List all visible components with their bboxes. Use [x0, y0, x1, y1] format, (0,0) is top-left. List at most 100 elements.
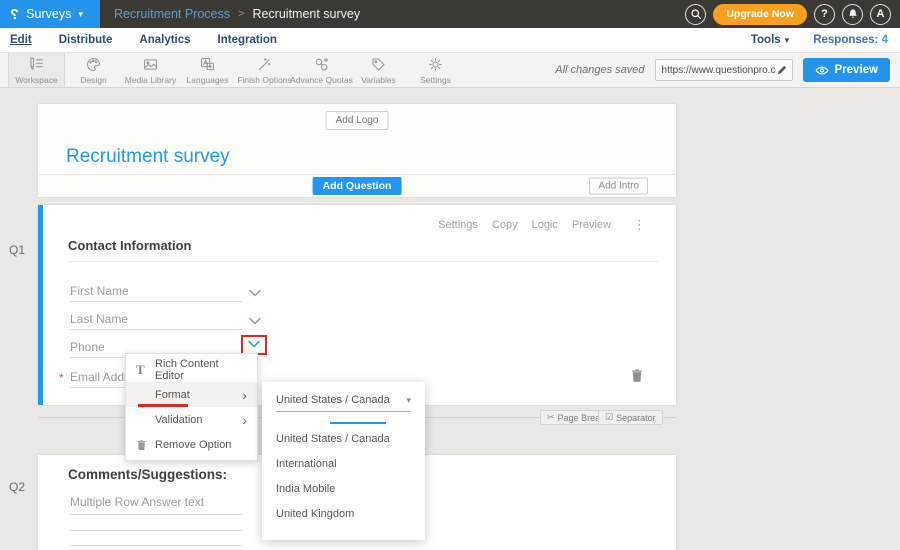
- field-row-last-name: Last Name: [70, 308, 285, 330]
- upgrade-now-button[interactable]: Upgrade Now: [713, 4, 807, 25]
- field-dropdown-button[interactable]: [247, 336, 261, 354]
- text-editor-icon: T: [136, 362, 152, 378]
- format-option-us-canada[interactable]: United States / Canada: [262, 426, 425, 451]
- question-logic-link[interactable]: Logic: [532, 219, 558, 231]
- toolbar-item-workspace[interactable]: Workspace: [8, 53, 65, 87]
- bell-icon: [847, 8, 859, 20]
- question1-actions: Settings Copy Logic Preview ⋮: [438, 217, 646, 233]
- survey-link-box[interactable]: https://www.questionpro.com/t/APNrFZ: [655, 59, 793, 81]
- responses-link[interactable]: Responses: 4: [813, 34, 888, 46]
- toolbar-item-finish-options[interactable]: Finish Options: [236, 53, 293, 87]
- account-avatar[interactable]: A: [870, 4, 891, 25]
- toolbar-right: All changes saved https://www.questionpr…: [555, 53, 900, 87]
- product-menu[interactable]: ? Surveys ▾: [0, 0, 100, 28]
- survey-title[interactable]: Recruitment survey: [66, 146, 230, 168]
- help-icon: ?: [821, 8, 828, 20]
- phone-dropdown-annotation-box: [241, 335, 267, 355]
- eye-icon: [815, 65, 829, 76]
- format-option-united-kingdom[interactable]: United Kingdom: [262, 501, 425, 526]
- product-menu-label: Surveys: [26, 7, 71, 21]
- format-option-india-mobile[interactable]: India Mobile: [262, 476, 425, 501]
- chevron-down-icon: [248, 288, 262, 298]
- preview-button[interactable]: Preview: [803, 58, 890, 82]
- questionpro-logo-icon: ?: [10, 6, 19, 23]
- help-button[interactable]: ?: [814, 4, 835, 25]
- question-preview-link[interactable]: Preview: [572, 219, 611, 231]
- tools-menu[interactable]: Tools ▾: [751, 34, 789, 46]
- question2-number: Q2: [9, 480, 25, 494]
- format-options-list: United States / Canada International Ind…: [262, 426, 425, 526]
- search-button[interactable]: [685, 4, 706, 25]
- breadcrumb-folder-link[interactable]: Recruitment Process: [114, 7, 230, 21]
- menu-item-rich-content-editor[interactable]: T Rich Content Editor: [126, 357, 257, 382]
- survey-header-card: Add Logo Recruitment survey Add Question…: [38, 104, 676, 197]
- caret-down-icon: ▾: [406, 395, 411, 406]
- answer-line: [70, 530, 242, 531]
- edit-pencil-icon[interactable]: [776, 64, 788, 76]
- select-focus-bar: [330, 422, 386, 424]
- answer-line: [70, 545, 242, 546]
- toolbar-item-media-library[interactable]: Media Library: [122, 53, 179, 87]
- nav-right: Tools ▾ Responses: 4: [751, 34, 888, 46]
- title-divider: [68, 261, 658, 262]
- translate-icon: [199, 56, 216, 73]
- format-annotation-underline: [138, 404, 188, 407]
- field-dropdown-button[interactable]: [248, 313, 262, 331]
- separator-icon: ☑: [605, 412, 613, 423]
- required-marker: *: [59, 371, 64, 385]
- question1-title[interactable]: Contact Information: [68, 238, 192, 253]
- add-intro-button[interactable]: Add Intro: [589, 178, 648, 195]
- format-submenu-panel: United States / Canada ▾ United States /…: [262, 382, 425, 540]
- toolbar-item-design[interactable]: Design: [65, 53, 122, 87]
- breadcrumb-current: Recruitment survey: [252, 7, 360, 21]
- add-question-button[interactable]: Add Question: [313, 177, 402, 195]
- chevron-down-icon: ▾: [785, 35, 790, 46]
- format-select[interactable]: United States / Canada ▾: [276, 394, 411, 412]
- question-copy-link[interactable]: Copy: [492, 219, 518, 231]
- responses-count: 4: [882, 34, 888, 46]
- toolbar-item-settings[interactable]: Settings: [407, 53, 464, 87]
- survey-link-input[interactable]: https://www.questionpro.com/t/APNrFZ: [662, 65, 776, 76]
- tools-label: Tools: [751, 34, 781, 46]
- delete-question-button[interactable]: [630, 368, 644, 388]
- menu-item-validation[interactable]: Validation ›: [126, 407, 257, 432]
- app-window: ? Surveys ▾ Recruitment Process > Recrui…: [0, 0, 900, 550]
- question1-number: Q1: [9, 243, 25, 257]
- menu-item-remove-option[interactable]: Remove Option: [126, 432, 257, 457]
- toolbar-item-languages[interactable]: Languages: [179, 53, 236, 87]
- format-option-international[interactable]: International: [262, 451, 425, 476]
- toolbar-item-advance-quotas[interactable]: Advance Quotas: [293, 53, 350, 87]
- tab-distribute[interactable]: Distribute: [59, 34, 113, 47]
- trash-icon: [630, 368, 644, 383]
- tab-integration[interactable]: Integration: [218, 34, 277, 47]
- add-logo-button[interactable]: Add Logo: [326, 111, 389, 130]
- question2-title[interactable]: Comments/Suggestions:: [68, 467, 227, 482]
- answer-line: [70, 514, 242, 515]
- tag-icon: [370, 56, 387, 73]
- more-options-icon[interactable]: ⋮: [633, 217, 646, 233]
- field-row-first-name: First Name: [70, 280, 285, 302]
- gear-icon: [427, 56, 444, 73]
- editor-toolbar: Workspace Design Media Library Languages…: [0, 52, 900, 88]
- header-actions: Upgrade Now ? A: [685, 4, 900, 25]
- field-context-menu: T Rich Content Editor Format › Validatio…: [125, 353, 258, 461]
- tab-analytics[interactable]: Analytics: [139, 34, 190, 47]
- format-selected-value: United States / Canada: [276, 394, 390, 406]
- submenu-arrow-icon: ›: [242, 415, 247, 425]
- top-header: ? Surveys ▾ Recruitment Process > Recrui…: [0, 0, 900, 28]
- question-settings-link[interactable]: Settings: [438, 219, 478, 231]
- field-dropdown-button[interactable]: [248, 285, 262, 303]
- chevron-down-icon: ▾: [78, 9, 83, 20]
- separator-button[interactable]: ☑ Separator: [598, 410, 663, 425]
- palette-icon: [85, 56, 102, 73]
- tab-edit[interactable]: Edit: [10, 34, 32, 47]
- survey-canvas: Add Logo Recruitment survey Add Question…: [0, 88, 900, 550]
- notifications-button[interactable]: [842, 4, 863, 25]
- toolbar-item-variables[interactable]: Variables: [350, 53, 407, 87]
- autosave-status: All changes saved: [555, 64, 644, 76]
- multirow-answer-placeholder[interactable]: Multiple Row Answer text: [70, 495, 204, 509]
- responses-label: Responses:: [813, 34, 878, 46]
- trash-icon: [136, 439, 152, 451]
- workspace-icon: [28, 56, 45, 73]
- chevron-down-icon: [247, 339, 261, 349]
